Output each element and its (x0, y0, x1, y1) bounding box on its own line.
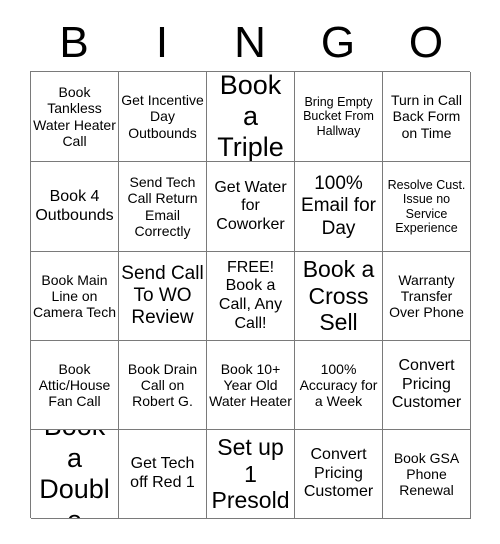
bingo-header-letter-b: B (59, 18, 89, 67)
bingo-cell[interactable]: 100% Accuracy for a Week (295, 341, 383, 430)
bingo-cell[interactable]: Book 4 Outbounds (31, 162, 119, 252)
bingo-cell-label: Convert Pricing Customer (391, 357, 462, 412)
bingo-cell-label: 100% Accuracy for a Week (299, 360, 378, 410)
bingo-cell[interactable]: Get Water for Coworker (207, 162, 295, 252)
bingo-header-letter-i: I (155, 18, 169, 67)
bingo-cell[interactable]: Book Tankless Water Heater Call (31, 72, 119, 162)
bingo-cell-label: Get Tech off Red 1 (130, 455, 195, 491)
bingo-cell[interactable]: Book a Cross Sell (295, 252, 383, 341)
bingo-cell[interactable]: Bring Empty Bucket From Hallway (295, 72, 383, 162)
bingo-cell-label: Bring Empty Bucket From Hallway (303, 94, 374, 138)
bingo-cell-label: FREE! Book a Call, Any Call! (218, 258, 283, 332)
bingo-cell[interactable]: Book Drain Call on Robert G. (119, 341, 207, 430)
bingo-header-row: B I N G O (30, 14, 470, 71)
bingo-cell-label: Book 4 Outbounds (35, 187, 114, 224)
bingo-header-letter-g: G (320, 18, 356, 67)
bingo-cell-label: Convert Pricing Customer (303, 446, 374, 501)
bingo-cell[interactable]: Resolve Cust. Issue no Service Experienc… (383, 162, 471, 252)
bingo-cell-label: Send Call To WO Review (121, 262, 204, 329)
bingo-cell-label: Book 10+ Year Old Water Heater (209, 360, 292, 410)
bingo-cell[interactable]: Book 10+ Year Old Water Heater (207, 341, 295, 430)
bingo-cell-label: Book GSA Phone Renewal (393, 449, 460, 499)
bingo-cell-label: Set up 1 Presold (211, 433, 290, 514)
bingo-cell[interactable]: Get Tech off Red 1 (119, 430, 207, 519)
bingo-cell[interactable]: Book a Double (31, 430, 119, 519)
bingo-cell[interactable]: Set up 1 Presold (207, 430, 295, 519)
bingo-cell-label: Get Water for Coworker (214, 178, 287, 233)
bingo-cell[interactable]: Get Incentive Day Outbounds (119, 72, 207, 162)
bingo-cell-label: Warranty Transfer Over Phone (389, 271, 464, 321)
bingo-cell[interactable]: Send Call To WO Review (119, 252, 207, 341)
bingo-cell-label: Book Attic/House Fan Call (38, 360, 111, 410)
bingo-cell-label: Book a Cross Sell (302, 255, 375, 336)
bingo-header-letter-o: O (408, 18, 444, 67)
bingo-cell-label: Get Incentive Day Outbounds (121, 92, 204, 141)
bingo-header-letter-n: N (234, 18, 266, 67)
bingo-cell-label: Send Tech Call Return Email Correctly (127, 174, 198, 239)
bingo-cell[interactable]: Book GSA Phone Renewal (383, 430, 471, 519)
bingo-cell-label: 100% Email for Day (301, 173, 376, 239)
bingo-cell[interactable]: 100% Email for Day (295, 162, 383, 252)
bingo-cell-label: Book a Triple (217, 72, 284, 162)
bingo-cell-label: Book Tankless Water Heater Call (33, 84, 116, 149)
bingo-cell[interactable]: Warranty Transfer Over Phone (383, 252, 471, 341)
bingo-cell[interactable]: Convert Pricing Customer (295, 430, 383, 519)
bingo-grid: Book Tankless Water Heater Call Get Ince… (30, 71, 471, 519)
bingo-cell[interactable]: Turn in Call Back Form on Time (383, 72, 471, 162)
bingo-cell-label: Book a Double (39, 430, 110, 518)
bingo-cell-free[interactable]: FREE! Book a Call, Any Call! (207, 252, 295, 341)
bingo-cell[interactable]: Send Tech Call Return Email Correctly (119, 162, 207, 252)
bingo-cell-label: Turn in Call Back Form on Time (390, 92, 463, 141)
bingo-cell-label: Resolve Cust. Issue no Service Experienc… (387, 177, 466, 236)
bingo-cell[interactable]: Book Attic/House Fan Call (31, 341, 119, 430)
bingo-cell[interactable]: Book Main Line on Camera Tech (31, 252, 119, 341)
bingo-cell[interactable]: Convert Pricing Customer (383, 341, 471, 430)
bingo-cell-label: Book Drain Call on Robert G. (127, 360, 198, 410)
bingo-cell[interactable]: Book a Triple (207, 72, 295, 162)
bingo-cell-label: Book Main Line on Camera Tech (33, 271, 117, 321)
bingo-card: B I N G O Book Tankless Water Heater Cal… (0, 0, 500, 544)
